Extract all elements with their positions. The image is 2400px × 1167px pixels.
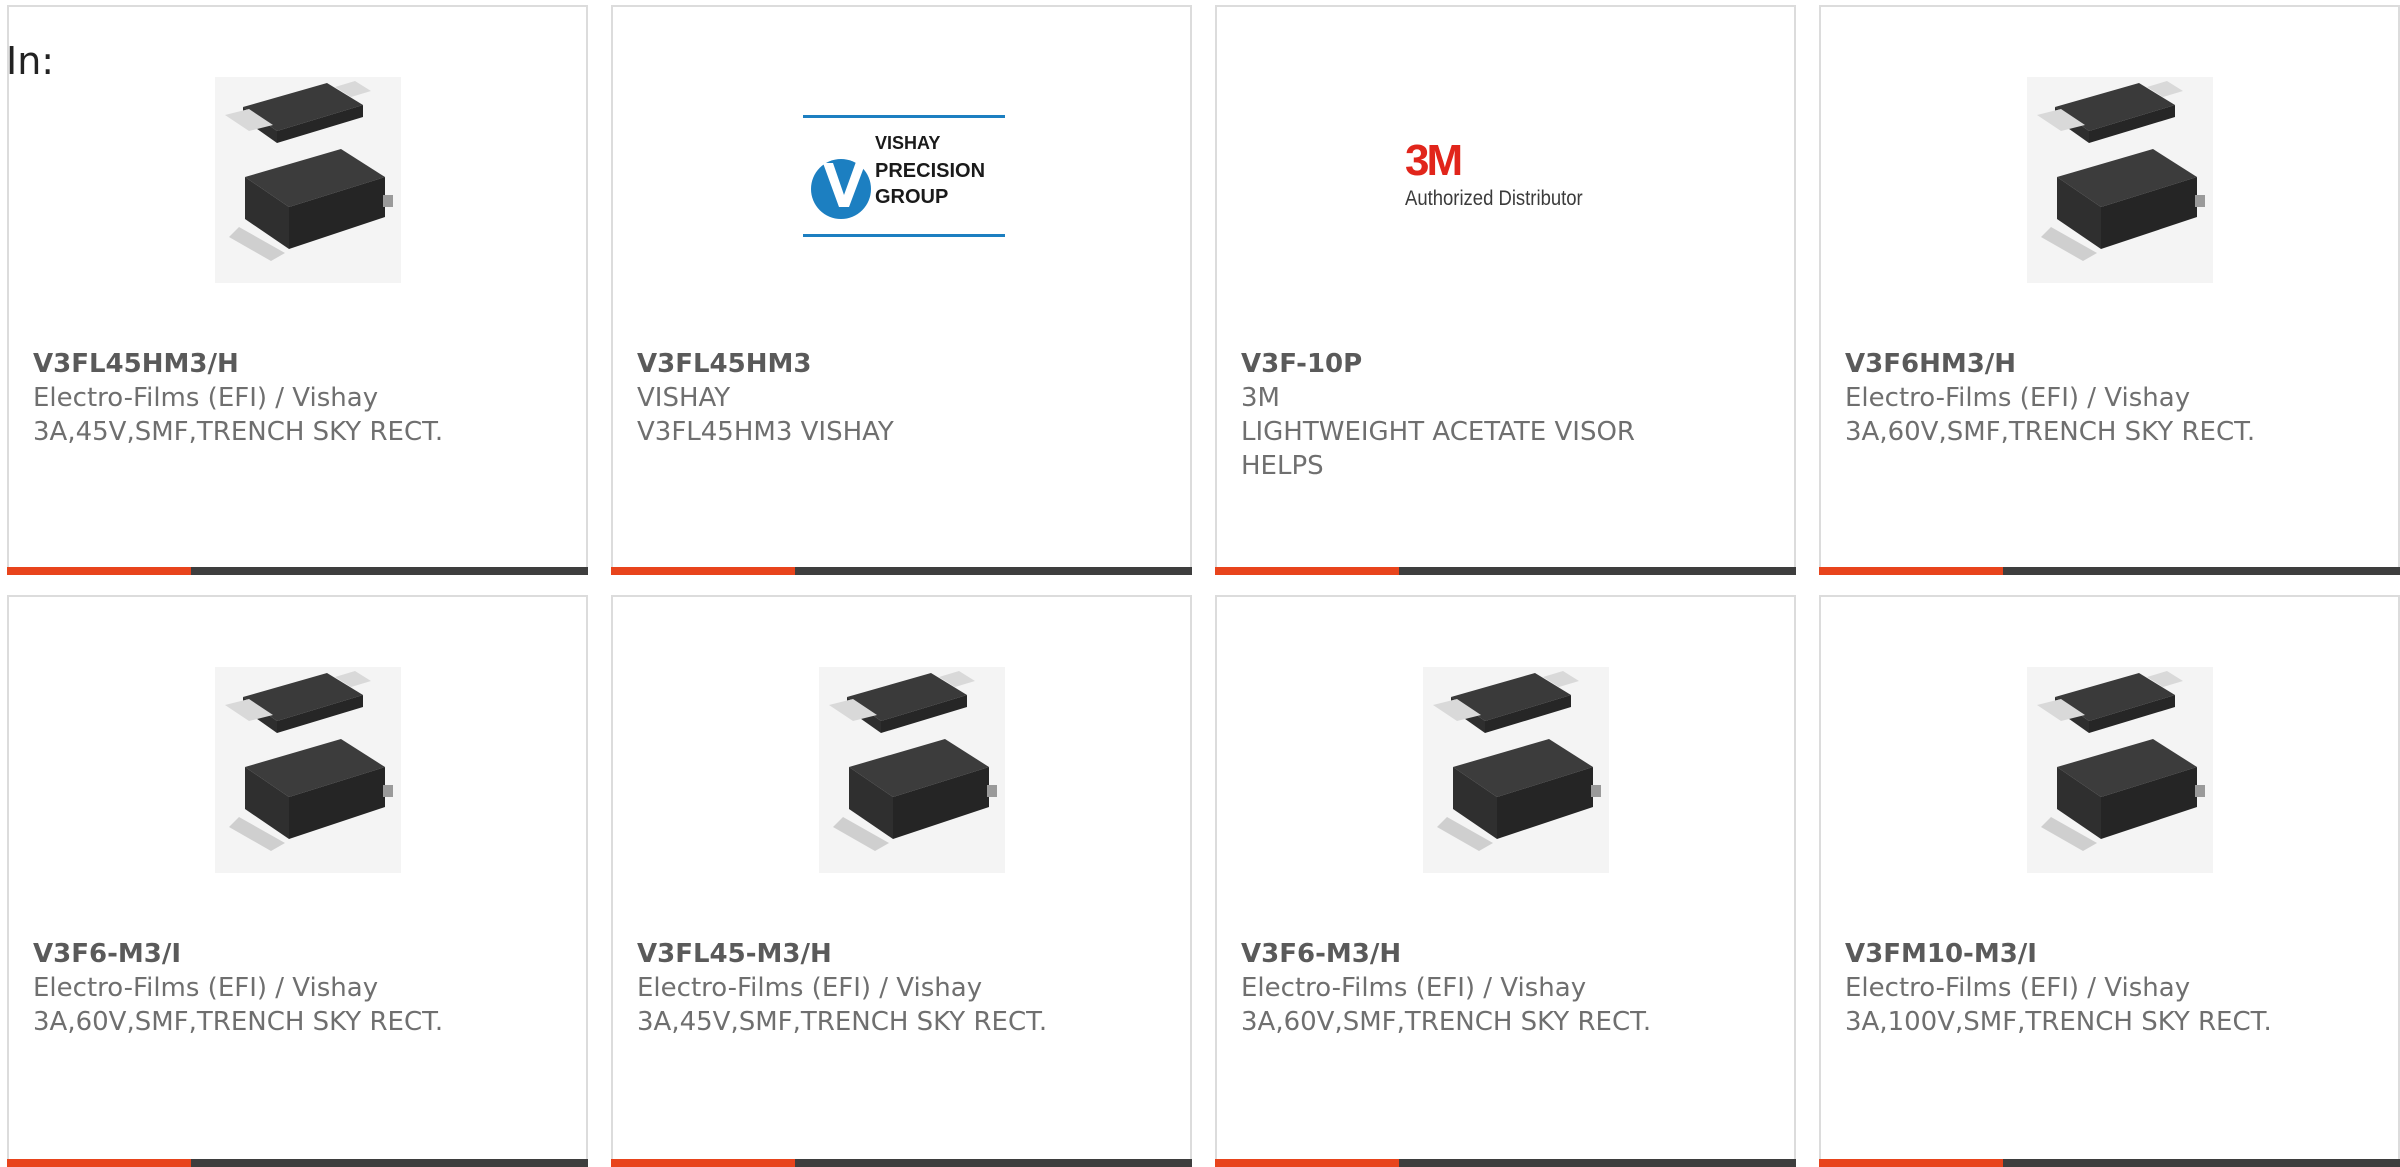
vishay-precision-group-logo: VISHAY PRECISION GROUP	[803, 115, 1005, 237]
manufacturer: Electro-Films (EFI) / Vishay	[1241, 973, 1587, 1003]
description: 3A,60V,SMF,TRENCH SKY RECT.	[1845, 417, 2256, 447]
product-image[interactable]	[1821, 597, 2398, 927]
product-image[interactable]: 3M Authorized Distributor	[1217, 7, 1794, 337]
3m-authorized-distributor-logo: 3M Authorized Distributor	[1405, 136, 1605, 211]
diode-package-image	[2027, 667, 2213, 873]
card-accent-bar	[1819, 567, 2003, 575]
3m-logo-caption: Authorized Distributor	[1405, 187, 1583, 210]
product-info: V3FL45HM3/H Electro-Films (EFI) / Vishay…	[33, 347, 562, 449]
card-bottom-bar	[7, 567, 588, 575]
manufacturer: Electro-Films (EFI) / Vishay	[1845, 383, 2191, 413]
manufacturer: Electro-Films (EFI) / Vishay	[33, 383, 379, 413]
manufacturer: Electro-Films (EFI) / Vishay	[33, 973, 379, 1003]
description: LIGHTWEIGHT ACETATE VISOR HELPS	[1241, 417, 1635, 481]
diode-package-image	[215, 667, 401, 873]
manufacturer: Electro-Films (EFI) / Vishay	[637, 973, 983, 1003]
description: 3A,45V,SMF,TRENCH SKY RECT.	[637, 1007, 1048, 1037]
product-card[interactable]: VISHAY PRECISION GROUP V3FL45HM3 VISHAY …	[611, 5, 1192, 575]
product-card[interactable]: V3F6-M3/I Electro-Films (EFI) / Vishay 3…	[7, 595, 588, 1167]
card-bottom-bar	[611, 567, 1192, 575]
product-info: V3F-10P 3M LIGHTWEIGHT ACETATE VISOR HEL…	[1241, 347, 1770, 483]
part-number[interactable]: V3F6-M3/H	[1241, 937, 1770, 971]
3m-logo-mark: 3M	[1405, 136, 1463, 185]
card-accent-bar	[1819, 1159, 2003, 1167]
logo-line-3: GROUP	[875, 186, 948, 208]
search-scope-label: In:	[6, 39, 55, 83]
product-info: V3F6-M3/I Electro-Films (EFI) / Vishay 3…	[33, 937, 562, 1039]
card-bottom-bar	[1215, 567, 1796, 575]
diode-package-image	[1423, 667, 1609, 873]
part-number[interactable]: V3FM10-M3/I	[1845, 937, 2374, 971]
part-number[interactable]: V3F6-M3/I	[33, 937, 562, 971]
diode-package-image	[215, 77, 401, 283]
logo-line-2: PRECISION	[875, 160, 985, 182]
card-bottom-bar	[1819, 567, 2400, 575]
description: 3A,60V,SMF,TRENCH SKY RECT.	[33, 1007, 444, 1037]
product-card[interactable]: V3F6HM3/H Electro-Films (EFI) / Vishay 3…	[1819, 5, 2400, 575]
card-bottom-bar	[1215, 1159, 1796, 1167]
card-accent-bar	[7, 567, 191, 575]
card-bottom-bar	[7, 1159, 588, 1167]
description: 3A,100V,SMF,TRENCH SKY RECT.	[1845, 1007, 2272, 1037]
product-image[interactable]	[9, 7, 586, 337]
part-number[interactable]: V3F6HM3/H	[1845, 347, 2374, 381]
description: V3FL45HM3 VISHAY	[637, 417, 894, 447]
product-image[interactable]	[1821, 7, 2398, 337]
diode-package-image	[819, 667, 1005, 873]
part-number[interactable]: V3F-10P	[1241, 347, 1770, 381]
product-info: V3FM10-M3/I Electro-Films (EFI) / Vishay…	[1845, 937, 2374, 1039]
product-image[interactable]	[1217, 597, 1794, 927]
card-accent-bar	[1215, 1159, 1399, 1167]
diode-package-image	[2027, 77, 2213, 283]
card-accent-bar	[611, 1159, 795, 1167]
product-image[interactable]	[613, 597, 1190, 927]
manufacturer: 3M	[1241, 383, 1280, 413]
card-accent-bar	[611, 567, 795, 575]
part-number[interactable]: V3FL45HM3/H	[33, 347, 562, 381]
logo-line-1: VISHAY	[875, 133, 940, 153]
card-accent-bar	[7, 1159, 191, 1167]
product-info: V3FL45-M3/H Electro-Films (EFI) / Vishay…	[637, 937, 1166, 1039]
card-bottom-bar	[611, 1159, 1192, 1167]
description: 3A,60V,SMF,TRENCH SKY RECT.	[1241, 1007, 1652, 1037]
product-image[interactable]	[9, 597, 586, 927]
part-number[interactable]: V3FL45-M3/H	[637, 937, 1166, 971]
product-card[interactable]: V3FL45-M3/H Electro-Films (EFI) / Vishay…	[611, 595, 1192, 1167]
product-card[interactable]: V3FL45HM3/H Electro-Films (EFI) / Vishay…	[7, 5, 588, 575]
product-card[interactable]: V3F6-M3/H Electro-Films (EFI) / Vishay 3…	[1215, 595, 1796, 1167]
card-bottom-bar	[1819, 1159, 2400, 1167]
product-info: V3F6-M3/H Electro-Films (EFI) / Vishay 3…	[1241, 937, 1770, 1039]
product-card[interactable]: 3M Authorized Distributor V3F-10P 3M LIG…	[1215, 5, 1796, 575]
product-grid: V3FL45HM3/H Electro-Films (EFI) / Vishay…	[0, 0, 2400, 1167]
product-card[interactable]: V3FM10-M3/I Electro-Films (EFI) / Vishay…	[1819, 595, 2400, 1167]
manufacturer: Electro-Films (EFI) / Vishay	[1845, 973, 2191, 1003]
card-accent-bar	[1215, 567, 1399, 575]
part-number[interactable]: V3FL45HM3	[637, 347, 1166, 381]
description: 3A,45V,SMF,TRENCH SKY RECT.	[33, 417, 444, 447]
manufacturer: VISHAY	[637, 383, 731, 413]
product-info: V3FL45HM3 VISHAY V3FL45HM3 VISHAY	[637, 347, 1166, 449]
product-info: V3F6HM3/H Electro-Films (EFI) / Vishay 3…	[1845, 347, 2374, 449]
product-image[interactable]: VISHAY PRECISION GROUP	[613, 7, 1190, 337]
